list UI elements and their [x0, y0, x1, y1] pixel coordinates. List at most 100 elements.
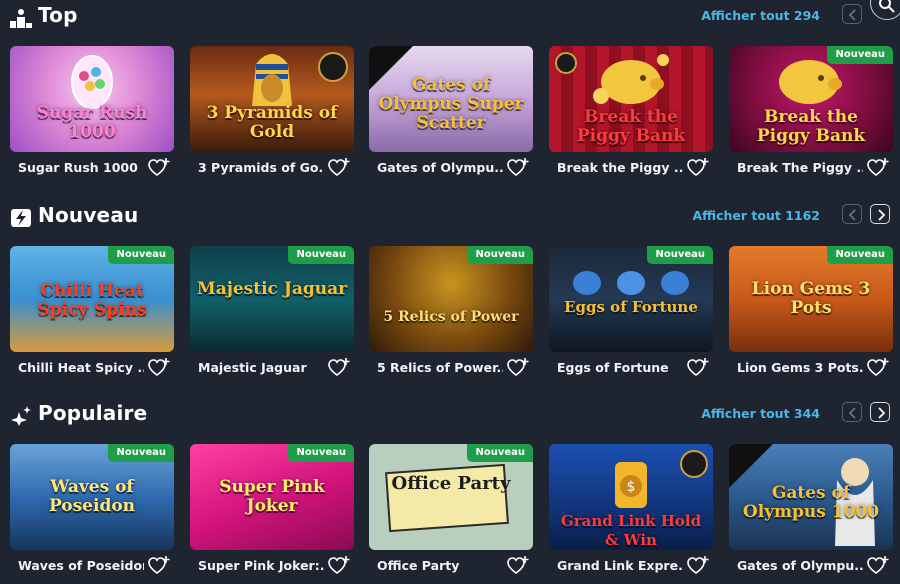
add-favorite-icon[interactable] — [328, 358, 350, 378]
add-favorite-icon[interactable] — [148, 158, 170, 178]
game-name[interactable]: Break The Piggy ... — [737, 160, 863, 175]
game-thumbnail[interactable]: Nouveau Office Party — [369, 444, 533, 550]
game-logo: Waves of Poseidon — [48, 477, 136, 516]
add-favorite-icon[interactable] — [328, 556, 350, 576]
new-badge: Nouveau — [647, 246, 713, 264]
game-logo: 3 Pyramids of Gold — [206, 103, 338, 142]
game-name[interactable]: Gates of Olympu... — [737, 558, 863, 573]
game-name[interactable]: Grand Link Expre... — [557, 558, 683, 573]
game-name[interactable]: 5 Relics of Power... — [377, 360, 503, 375]
game-logo: Lion Gems 3 Pots — [751, 279, 871, 318]
game-name[interactable]: Lion Gems 3 Pots... — [737, 360, 863, 375]
game-name[interactable]: Eggs of Fortune — [557, 360, 683, 375]
add-favorite-icon[interactable] — [507, 556, 529, 576]
game-card[interactable]: Nouveau Lion Gems 3 Pots Lion Gems 3 Pot… — [729, 246, 893, 386]
search-button[interactable] — [870, 0, 900, 20]
new-badge: Nouveau — [827, 46, 893, 64]
game-card[interactable]: Nouveau Break the Piggy Bank Break The P… — [729, 46, 893, 186]
game-card[interactable]: Nouveau Majestic Jaguar Majestic Jaguar — [190, 246, 354, 386]
add-favorite-icon[interactable] — [507, 158, 529, 178]
game-name[interactable]: Majestic Jaguar — [198, 360, 324, 375]
game-name[interactable]: Waves of Poseidon — [18, 558, 144, 573]
game-thumbnail[interactable]: Nouveau Majestic Jaguar — [190, 246, 354, 352]
game-thumbnail[interactable]: Gates of Olympus Super Scatter — [369, 46, 533, 152]
drops-and-wins-badge — [729, 444, 773, 488]
add-favorite-icon[interactable] — [507, 358, 529, 378]
chevron-right-icon — [878, 209, 886, 221]
add-favorite-icon[interactable] — [867, 358, 889, 378]
game-logo: Break the Piggy Bank — [576, 107, 686, 146]
game-thumbnail[interactable]: $ Grand Link Hold & Win — [549, 444, 713, 550]
game-thumbnail[interactable]: 3 Pyramids of Gold — [190, 46, 354, 152]
game-thumbnail[interactable]: Break the Piggy Bank — [549, 46, 713, 152]
game-logo: Office Party — [391, 473, 511, 494]
new-badge: Nouveau — [827, 246, 893, 264]
game-card[interactable]: Nouveau Office Party Office Party — [369, 444, 533, 584]
add-favorite-icon[interactable] — [328, 158, 350, 178]
podium-icon — [10, 9, 32, 28]
game-card[interactable]: Nouveau Eggs of Fortune Eggs of Fortune — [549, 246, 713, 386]
add-favorite-icon[interactable] — [867, 158, 889, 178]
game-name[interactable]: Super Pink Joker:... — [198, 558, 324, 573]
game-card[interactable]: Nouveau Super Pink Joker Super Pink Joke… — [190, 444, 354, 584]
game-logo: Grand Link Hold & Win — [560, 512, 702, 549]
game-card[interactable]: $ Grand Link Hold & Win Grand Link Expre… — [549, 444, 713, 584]
game-name[interactable]: Chilli Heat Spicy ... — [18, 360, 144, 375]
game-name[interactable]: Sugar Rush 1000 — [18, 160, 144, 175]
game-name[interactable]: Office Party — [377, 558, 503, 573]
game-thumbnail[interactable]: Nouveau Eggs of Fortune — [549, 246, 713, 352]
section-title: Nouveau — [38, 203, 139, 227]
add-favorite-icon[interactable] — [148, 556, 170, 576]
game-thumbnail[interactable]: Nouveau Waves of Poseidon — [10, 444, 174, 550]
chevron-left-icon — [848, 209, 856, 221]
game-carousel: Sugar Rush 1000 Sugar Rush 1000 3 Pyrami… — [0, 46, 900, 186]
game-carousel: Nouveau Waves of Poseidon Waves of Posei… — [0, 444, 900, 584]
game-thumbnail[interactable]: Nouveau Break the Piggy Bank — [729, 46, 893, 152]
new-badge: Nouveau — [467, 246, 533, 264]
game-logo: Super Pink Joker — [219, 477, 325, 516]
carousel-next-button[interactable] — [870, 204, 890, 224]
section-header: Nouveau Afficher tout 1162 — [0, 200, 900, 234]
new-badge: Nouveau — [288, 246, 354, 264]
star-sparkle-icon — [11, 406, 31, 426]
game-card[interactable]: Break the Piggy Bank Break the Piggy ... — [549, 46, 713, 186]
game-card[interactable]: Sugar Rush 1000 Sugar Rush 1000 — [10, 46, 174, 186]
game-name[interactable]: Break the Piggy ... — [557, 160, 683, 175]
game-card[interactable]: Gates of Olympus 1000 Gates of Olympu... — [729, 444, 893, 584]
game-name[interactable]: Gates of Olympu... — [377, 160, 503, 175]
add-favorite-icon[interactable] — [867, 556, 889, 576]
new-badge: Nouveau — [108, 444, 174, 462]
game-thumbnail[interactable]: Gates of Olympus 1000 — [729, 444, 893, 550]
game-name[interactable]: 3 Pyramids of Go... — [198, 160, 324, 175]
game-card[interactable]: Nouveau Waves of Poseidon Waves of Posei… — [10, 444, 174, 584]
carousel-next-button[interactable] — [870, 402, 890, 422]
game-thumbnail[interactable]: Nouveau 5 Relics of Power — [369, 246, 533, 352]
carousel-prev-button[interactable] — [842, 402, 862, 422]
jackpot-hunt-badge — [555, 52, 577, 74]
game-logo: Eggs of Fortune — [564, 298, 698, 316]
section-header: Populaire Afficher tout 344 — [0, 398, 900, 432]
game-thumbnail[interactable]: Nouveau Lion Gems 3 Pots — [729, 246, 893, 352]
game-card[interactable]: Nouveau 5 Relics of Power 5 Relics of Po… — [369, 246, 533, 386]
add-favorite-icon[interactable] — [148, 358, 170, 378]
game-thumbnail[interactable]: Nouveau Super Pink Joker — [190, 444, 354, 550]
game-thumbnail[interactable]: Nouveau Chilli Heat Spicy Spins — [10, 246, 174, 352]
show-all-link[interactable]: Afficher tout 294 — [701, 8, 820, 23]
svg-text:$: $ — [627, 479, 636, 495]
add-favorite-icon[interactable] — [687, 556, 709, 576]
carousel-prev-button[interactable] — [842, 204, 862, 224]
jackpot-hunt-badge — [318, 52, 348, 82]
show-all-link[interactable]: Afficher tout 344 — [701, 406, 820, 421]
pharaoh-icon — [252, 54, 292, 106]
add-favorite-icon[interactable] — [687, 358, 709, 378]
game-card[interactable]: Nouveau Chilli Heat Spicy Spins Chilli H… — [10, 246, 174, 386]
new-badge: Nouveau — [108, 246, 174, 264]
game-card[interactable]: 3 Pyramids of Gold 3 Pyramids of Go... — [190, 46, 354, 186]
carousel-prev-button[interactable] — [842, 4, 862, 24]
game-logo: 5 Relics of Power — [383, 309, 519, 325]
game-logo: Chilli Heat Spicy Spins — [37, 281, 147, 320]
game-card[interactable]: Gates of Olympus Super Scatter Gates of … — [369, 46, 533, 186]
show-all-link[interactable]: Afficher tout 1162 — [693, 208, 821, 223]
add-favorite-icon[interactable] — [687, 158, 709, 178]
game-thumbnail[interactable]: Sugar Rush 1000 — [10, 46, 174, 152]
